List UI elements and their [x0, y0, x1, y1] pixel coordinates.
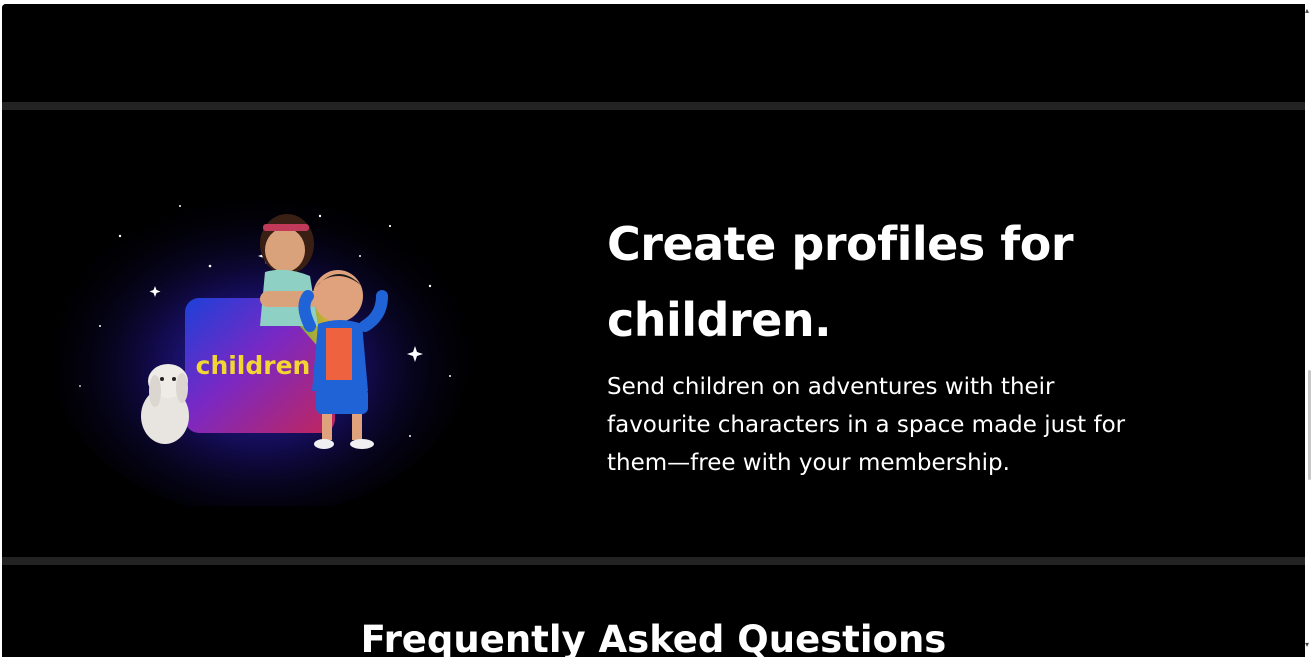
top-section — [2, 4, 1305, 102]
feature-headline: Create profiles for children. — [607, 217, 1074, 347]
faq-heading: Frequently Asked Questions — [360, 618, 947, 657]
section-divider — [2, 102, 1305, 110]
feature-description: Send children on adventures with their f… — [607, 374, 1126, 476]
page: children Create profiles for children. S… — [2, 4, 1305, 657]
children-profile-illustration: children — [60, 186, 470, 506]
scroll-down-arrow[interactable]: ▾ — [1305, 641, 1311, 649]
section-divider — [2, 557, 1305, 565]
scroll-up-arrow[interactable]: ▴ — [1305, 7, 1311, 15]
children-profiles-section: children Create profiles for children. S… — [2, 110, 1305, 557]
feature-copy: Create profiles for children. Send child… — [607, 206, 1167, 482]
page-scrollbar[interactable]: ▴ ▾ — [1305, 0, 1311, 657]
children-badge-text: children — [196, 351, 311, 380]
